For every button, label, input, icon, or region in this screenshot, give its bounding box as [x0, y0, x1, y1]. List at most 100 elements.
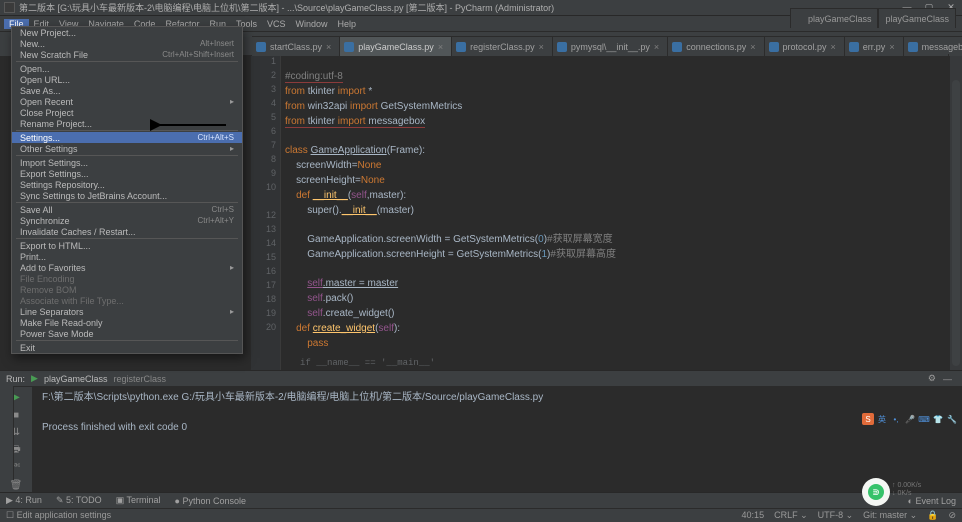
- mini-tab-dup[interactable]: playGameClass: [878, 8, 956, 28]
- run-tab-play[interactable]: playGameClass: [44, 374, 108, 384]
- menu-item-remove-bom[interactable]: Remove BOM: [12, 284, 242, 295]
- tool-run[interactable]: ▶ 4: Run: [6, 495, 42, 506]
- menu-item-power-save-mode[interactable]: Power Save Mode: [12, 328, 242, 339]
- line-separator[interactable]: CRLF ⌄: [774, 510, 808, 521]
- code-view[interactable]: #coding:utf-8 from tkinter import * from…: [285, 56, 946, 370]
- menu-item-new-scratch-file[interactable]: New Scratch FileCtrl+Alt+Shift+Insert: [12, 49, 242, 60]
- menu-item-file-encoding[interactable]: File Encoding: [12, 273, 242, 284]
- app-icon: [4, 2, 15, 13]
- line-number: 18: [266, 294, 276, 304]
- run-tool-header: Run: ▶ playGameClass registerClass ⚙ —: [0, 370, 962, 386]
- menu-item-other-settings[interactable]: Other Settings▸: [12, 143, 242, 154]
- line-number: 19: [266, 308, 276, 318]
- tray-tool-icon[interactable]: 🔧: [946, 413, 958, 425]
- hide-icon[interactable]: —: [943, 374, 952, 384]
- menu-item-save-as[interactable]: Save As...: [12, 85, 242, 96]
- menu-item-export-to-html[interactable]: Export to HTML...: [12, 240, 242, 251]
- readonly-lock-icon[interactable]: 🔒: [927, 510, 938, 521]
- menu-item-new[interactable]: New...Alt+Insert: [12, 38, 242, 49]
- menu-item-open-recent[interactable]: Open Recent▸: [12, 96, 242, 107]
- tray-punct-icon[interactable]: •,: [890, 413, 902, 425]
- tray-mic-icon[interactable]: 🎤: [904, 413, 916, 425]
- line-number: 14: [266, 238, 276, 248]
- window-title: 第二版本 [G:\玩具小车最新版本-2\电脑编程\电脑上位机\第二版本] - .…: [19, 1, 554, 14]
- net-rate: ↑ 0.00K/s↓ 0K/s: [892, 482, 921, 498]
- ime-tray: S 英 •, 🎤 ⌨ 👕 🔧: [862, 413, 958, 425]
- menu-item-open[interactable]: Open...: [12, 63, 242, 74]
- bottom-tool-bar: ▶ 4: Run ✎ 5: TODO ▣ Terminal ● Python C…: [0, 492, 962, 508]
- close-icon[interactable]: ×: [654, 42, 659, 52]
- menu-item-print[interactable]: Print...: [12, 251, 242, 262]
- menu-vcs[interactable]: VCS: [262, 19, 291, 29]
- file-menu-dropdown: New Project...New...Alt+InsertNew Scratc…: [11, 26, 243, 354]
- line-number: 9: [271, 168, 276, 178]
- menu-item-export-settings[interactable]: Export Settings...: [12, 168, 242, 179]
- tray-lang-icon[interactable]: 英: [876, 413, 888, 425]
- status-message: ☐ Edit application settings: [6, 510, 111, 521]
- caret-position[interactable]: 40:15: [742, 510, 765, 521]
- line-number: 15: [266, 252, 276, 262]
- tool-terminal[interactable]: ▣ Terminal: [116, 495, 161, 506]
- editor-tab-pymysql-init-py[interactable]: pymysql\__init__.py×: [553, 36, 668, 56]
- file-encoding[interactable]: UTF-8 ⌄: [818, 510, 854, 521]
- editor-tabs: startClass.py×playGameClass.py×registerC…: [252, 32, 962, 56]
- line-number: 16: [266, 266, 276, 276]
- menu-item-rename-project[interactable]: Rename Project...: [12, 118, 242, 129]
- tray-skin-icon[interactable]: 👕: [932, 413, 944, 425]
- gear-icon[interactable]: ⚙: [928, 373, 936, 384]
- editor-scrollbar[interactable]: [950, 56, 962, 370]
- menu-item-open-url[interactable]: Open URL...: [12, 74, 242, 85]
- run-icon: ▶: [31, 373, 38, 384]
- menu-item-new-project[interactable]: New Project...: [12, 27, 242, 38]
- menu-item-line-separators[interactable]: Line Separators▸: [12, 306, 242, 317]
- trash-icon[interactable]: 🗑: [9, 479, 23, 492]
- close-icon[interactable]: ×: [539, 42, 544, 52]
- console-output[interactable]: F:\第二版本\Scripts\python.exe G:/玩具小车最新版本-2…: [32, 387, 962, 492]
- inspection-icon[interactable]: ⊘: [948, 510, 956, 521]
- run-console: ▶ ■ ⇊ 🖶 ⎃ 🗑 F:\第二版本\Scripts\python.exe G…: [0, 386, 962, 492]
- wifi-icon: ⋑: [868, 484, 884, 500]
- git-branch[interactable]: Git: master ⌄: [863, 510, 917, 521]
- line-number: 17: [266, 280, 276, 290]
- line-number: 3: [271, 84, 276, 94]
- menu-item-exit[interactable]: Exit: [12, 342, 242, 353]
- tool-todo[interactable]: ✎ 5: TODO: [56, 495, 102, 506]
- line-number: 1: [271, 56, 276, 66]
- run-tab-register[interactable]: registerClass: [113, 374, 166, 384]
- menu-item-add-to-favorites[interactable]: Add to Favorites▸: [12, 262, 242, 273]
- menu-item-settings[interactable]: Settings...Ctrl+Alt+S: [12, 132, 242, 143]
- close-icon[interactable]: ×: [831, 42, 836, 52]
- mini-tab-play[interactable]: playGameClass: [790, 8, 879, 28]
- menu-item-invalidate-caches-restart[interactable]: Invalidate Caches / Restart...: [12, 226, 242, 237]
- ime-icon[interactable]: S: [862, 413, 874, 425]
- editor-tab-protocol-py[interactable]: protocol.py×: [765, 36, 845, 56]
- menu-item-close-project[interactable]: Close Project: [12, 107, 242, 118]
- menu-item-settings-repository[interactable]: Settings Repository...: [12, 179, 242, 190]
- line-number: 13: [266, 224, 276, 234]
- editor-tab-registerclass-py[interactable]: registerClass.py×: [452, 36, 553, 56]
- editor-tab-messagebox-py[interactable]: messagebox.py×: [904, 36, 962, 56]
- close-icon[interactable]: ×: [750, 42, 755, 52]
- tool-pyconsole[interactable]: ● Python Console: [175, 496, 246, 506]
- close-icon[interactable]: ×: [889, 42, 894, 52]
- menu-window[interactable]: Window: [291, 19, 333, 29]
- close-icon[interactable]: ×: [326, 42, 331, 52]
- menu-item-make-file-read-only[interactable]: Make File Read-only: [12, 317, 242, 328]
- run-label: Run:: [6, 374, 25, 384]
- editor-tab-startclass-py[interactable]: startClass.py×: [252, 36, 340, 56]
- line-number: 10: [266, 182, 276, 192]
- editor-tab-connections-py[interactable]: connections.py×: [668, 36, 764, 56]
- menu-help[interactable]: Help: [333, 19, 362, 29]
- menu-item-synchronize[interactable]: SynchronizeCtrl+Alt+Y: [12, 215, 242, 226]
- editor-tab-playgameclass-py[interactable]: playGameClass.py×: [340, 36, 452, 56]
- line-number: 5: [271, 112, 276, 122]
- line-number: 2: [271, 70, 276, 80]
- editor-tab-err-py[interactable]: err.py×: [845, 36, 904, 56]
- close-icon[interactable]: ×: [438, 42, 443, 52]
- menu-item-associate-with-file-type[interactable]: Associate with File Type...: [12, 295, 242, 306]
- network-widget[interactable]: ⋑ ↑ 0.00K/s↓ 0K/s: [862, 478, 890, 506]
- menu-item-import-settings[interactable]: Import Settings...: [12, 157, 242, 168]
- menu-item-save-all[interactable]: Save AllCtrl+S: [12, 204, 242, 215]
- menu-item-sync-settings-to-jetbrains-account[interactable]: Sync Settings to JetBrains Account...: [12, 190, 242, 201]
- tray-keyboard-icon[interactable]: ⌨: [918, 413, 930, 425]
